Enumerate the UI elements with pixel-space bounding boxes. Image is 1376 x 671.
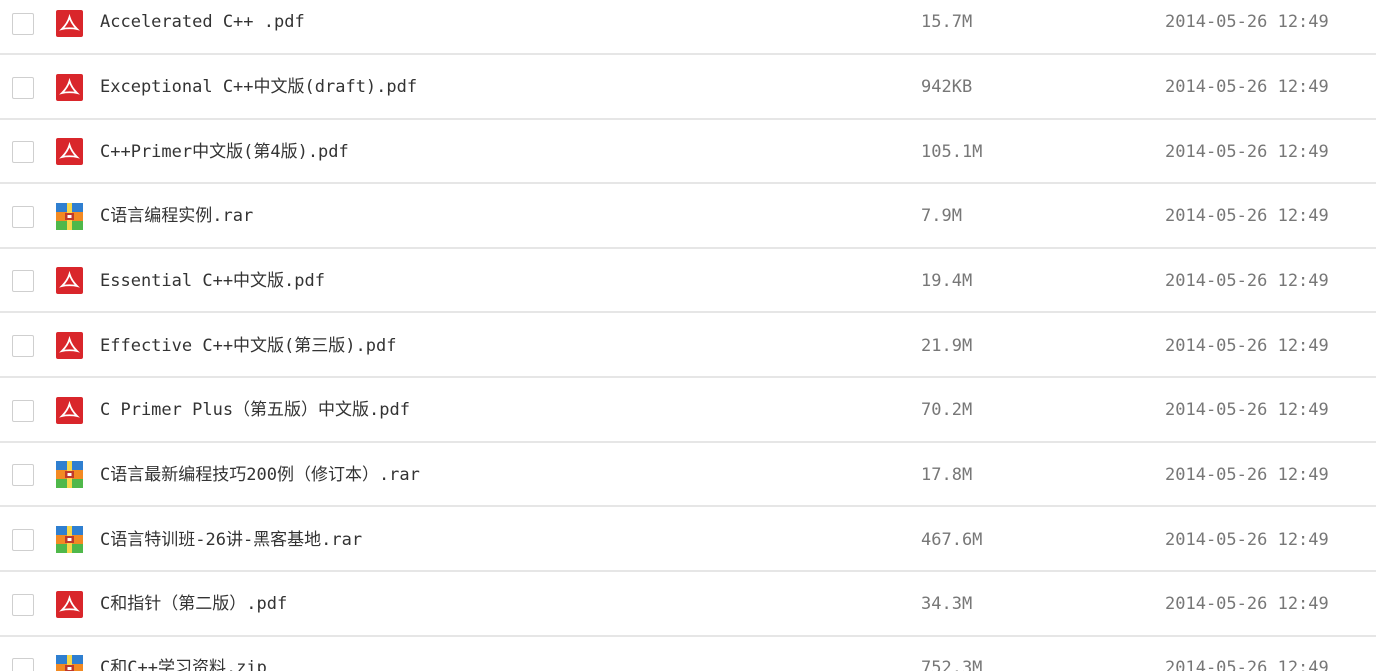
- row-checkbox[interactable]: [12, 464, 34, 486]
- row-checkbox[interactable]: [12, 400, 34, 422]
- file-name[interactable]: C和C++学习资料.zip: [100, 657, 267, 671]
- file-size: 7.9M: [921, 206, 962, 226]
- file-size: 467.6M: [921, 530, 983, 550]
- file-row[interactable]: Effective C++中文版(第三版).pdf 21.9M 2014-05-…: [0, 314, 1376, 378]
- file-name[interactable]: C语言特训班-26讲-黑客基地.rar: [100, 529, 362, 551]
- pdf-icon: [56, 591, 83, 618]
- row-checkbox[interactable]: [12, 594, 34, 616]
- file-row[interactable]: C++Primer中文版(第4版).pdf 105.1M 2014-05-26 …: [0, 120, 1376, 184]
- file-size: 19.4M: [921, 271, 973, 291]
- pdf-icon: [56, 10, 83, 37]
- rar-icon: [56, 526, 83, 553]
- file-modified-date: 2014-05-26 12:49: [1165, 594, 1329, 614]
- file-list: Accelerated C++ .pdf 15.7M 2014-05-26 12…: [0, 0, 1376, 671]
- file-size: 70.2M: [921, 400, 973, 420]
- row-checkbox[interactable]: [12, 270, 34, 292]
- rar-icon: [56, 655, 83, 671]
- file-modified-date: 2014-05-26 12:49: [1165, 465, 1329, 485]
- file-size: 752.3M: [921, 658, 983, 671]
- file-modified-date: 2014-05-26 12:49: [1165, 530, 1329, 550]
- file-size: 15.7M: [921, 12, 973, 32]
- pdf-icon: [56, 267, 83, 294]
- rar-icon: [56, 203, 83, 230]
- file-name[interactable]: C语言编程实例.rar: [100, 205, 253, 227]
- file-name[interactable]: C++Primer中文版(第4版).pdf: [100, 141, 349, 163]
- row-checkbox[interactable]: [12, 335, 34, 357]
- pdf-icon: [56, 74, 83, 101]
- file-modified-date: 2014-05-26 12:49: [1165, 206, 1329, 226]
- row-checkbox[interactable]: [12, 658, 34, 671]
- file-name[interactable]: C语言最新编程技巧200例（修订本）.rar: [100, 464, 420, 486]
- file-modified-date: 2014-05-26 12:49: [1165, 271, 1329, 291]
- file-size: 17.8M: [921, 465, 973, 485]
- file-row[interactable]: C语言编程实例.rar 7.9M 2014-05-26 12:49: [0, 185, 1376, 249]
- pdf-icon: [56, 138, 83, 165]
- file-row[interactable]: C和C++学习资料.zip 752.3M 2014-05-26 12:49: [0, 637, 1376, 671]
- file-row[interactable]: C和指针（第二版）.pdf 34.3M 2014-05-26 12:49: [0, 573, 1376, 637]
- file-modified-date: 2014-05-26 12:49: [1165, 12, 1329, 32]
- file-modified-date: 2014-05-26 12:49: [1165, 77, 1329, 97]
- row-checkbox[interactable]: [12, 141, 34, 163]
- file-modified-date: 2014-05-26 12:49: [1165, 142, 1329, 162]
- file-name[interactable]: Effective C++中文版(第三版).pdf: [100, 335, 396, 357]
- file-name[interactable]: C和指针（第二版）.pdf: [100, 593, 287, 615]
- file-size: 105.1M: [921, 142, 983, 162]
- file-row[interactable]: C语言最新编程技巧200例（修订本）.rar 17.8M 2014-05-26 …: [0, 443, 1376, 507]
- rar-icon: [56, 461, 83, 488]
- file-size: 34.3M: [921, 594, 973, 614]
- file-name[interactable]: Essential C++中文版.pdf: [100, 270, 325, 292]
- file-name[interactable]: Accelerated C++ .pdf: [100, 11, 305, 33]
- file-row[interactable]: C语言特训班-26讲-黑客基地.rar 467.6M 2014-05-26 12…: [0, 508, 1376, 572]
- file-modified-date: 2014-05-26 12:49: [1165, 400, 1329, 420]
- file-row[interactable]: Exceptional C++中文版(draft).pdf 942KB 2014…: [0, 56, 1376, 120]
- row-checkbox[interactable]: [12, 529, 34, 551]
- file-modified-date: 2014-05-26 12:49: [1165, 336, 1329, 356]
- file-row[interactable]: Accelerated C++ .pdf 15.7M 2014-05-26 12…: [0, 0, 1376, 55]
- pdf-icon: [56, 332, 83, 359]
- pdf-icon: [56, 397, 83, 424]
- file-modified-date: 2014-05-26 12:49: [1165, 658, 1329, 671]
- file-size: 942KB: [921, 77, 973, 97]
- row-checkbox[interactable]: [12, 77, 34, 99]
- file-row[interactable]: C Primer Plus（第五版）中文版.pdf 70.2M 2014-05-…: [0, 379, 1376, 443]
- row-checkbox[interactable]: [12, 13, 34, 35]
- file-size: 21.9M: [921, 336, 973, 356]
- file-name[interactable]: Exceptional C++中文版(draft).pdf: [100, 76, 417, 98]
- file-row[interactable]: Essential C++中文版.pdf 19.4M 2014-05-26 12…: [0, 249, 1376, 313]
- file-name[interactable]: C Primer Plus（第五版）中文版.pdf: [100, 399, 410, 421]
- row-checkbox[interactable]: [12, 206, 34, 228]
